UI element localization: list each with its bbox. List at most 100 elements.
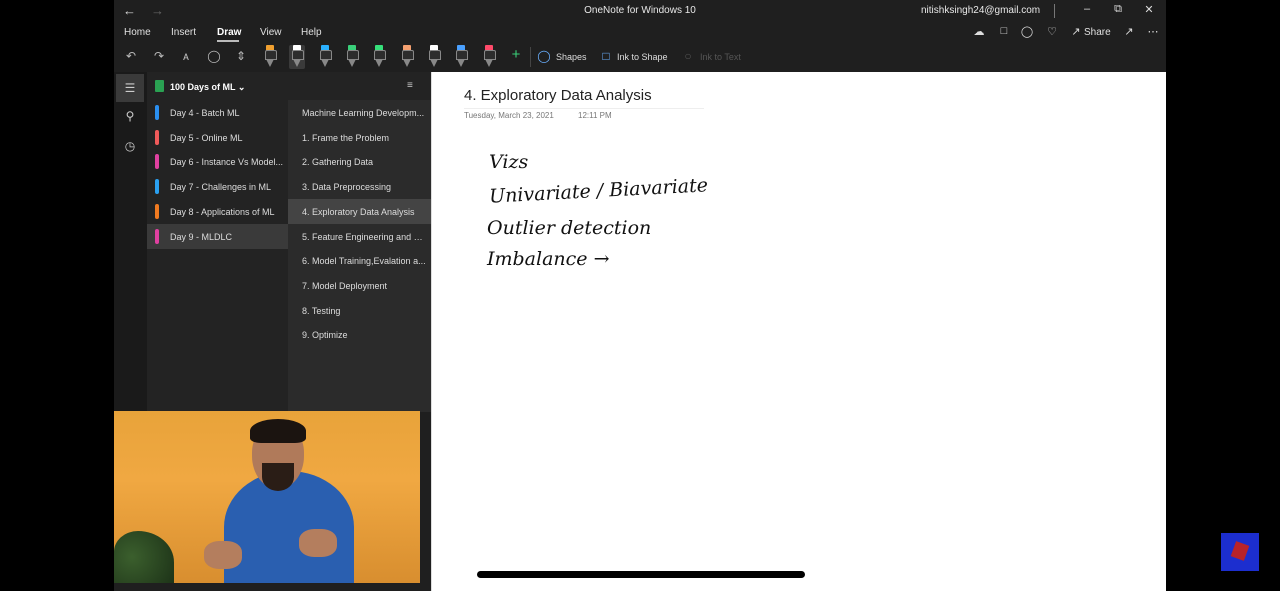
pen-3[interactable] xyxy=(317,45,333,69)
page-item[interactable]: 3. Data Preprocessing xyxy=(288,174,431,199)
menu-bar: Home Insert Draw View Help ☁ □ ◯ ♡ ↗ Sha… xyxy=(114,22,1166,42)
page-item[interactable]: 7. Model Deployment xyxy=(288,273,431,298)
presenter-beard xyxy=(262,463,294,491)
section-color-tab xyxy=(155,203,159,219)
pen-6[interactable] xyxy=(426,45,442,69)
lasso-select-icon[interactable]: ◯ xyxy=(206,49,222,65)
recent-icon[interactable]: ◷ xyxy=(122,139,138,155)
draw-toolbar: ↶ ↷ ᴀ ◯ ⇕ + ◯ Shapes □ Ink to Shape ○ In… xyxy=(114,42,1166,72)
horizontal-scrollbar[interactable] xyxy=(477,571,805,578)
section-item[interactable]: Day 7 - Challenges in ML xyxy=(147,174,288,199)
more-icon[interactable]: ⋯ xyxy=(1146,25,1160,39)
presenter-hair xyxy=(250,419,306,443)
page-item[interactable]: 2. Gathering Data xyxy=(288,149,431,174)
ink-line-1[interactable]: Vizs xyxy=(489,151,528,173)
section-color-tab xyxy=(155,179,159,195)
redo-icon[interactable]: ↷ xyxy=(151,49,167,65)
page-label: 6. Model Training,Evalation a... xyxy=(302,256,426,267)
page-title[interactable]: 4. Exploratory Data Analysis xyxy=(464,87,652,104)
nav-rail: ☰ ⚲ ◷ xyxy=(114,72,147,412)
presenter-body xyxy=(224,471,354,583)
page-item[interactable]: 8. Testing xyxy=(288,298,431,323)
page-label: 1. Frame the Problem xyxy=(302,132,390,143)
notebook-name[interactable]: 100 Days of ML ⌄ xyxy=(170,82,245,93)
channel-logo xyxy=(1221,533,1259,571)
share-icon[interactable]: ↗ xyxy=(1069,25,1083,39)
tab-insert[interactable]: Insert xyxy=(171,27,196,38)
add-pen-icon[interactable]: + xyxy=(508,46,524,63)
pen-1[interactable] xyxy=(262,45,278,69)
section-color-tab xyxy=(155,154,159,170)
tab-view[interactable]: View xyxy=(260,27,282,38)
ink-to-shape-icon[interactable]: □ xyxy=(598,49,614,65)
section-item[interactable]: Day 9 - MLDLC xyxy=(147,223,288,249)
tab-help[interactable]: Help xyxy=(301,27,322,38)
pen-4[interactable] xyxy=(344,45,360,69)
section-label: Day 8 - Applications of ML xyxy=(170,206,275,217)
close-icon[interactable]: ✕ xyxy=(1139,3,1159,16)
section-item[interactable]: Day 5 - Online ML xyxy=(147,125,288,150)
page-time: 12:11 PM xyxy=(578,111,612,120)
pen-5[interactable] xyxy=(399,45,415,69)
page-item[interactable]: 1. Frame the Problem xyxy=(288,125,431,150)
expand-icon[interactable]: ↗ xyxy=(1122,25,1136,39)
page-list: Machine Learning Developm... 1. Frame the… xyxy=(288,100,431,412)
ink-line-4[interactable]: Imbalance → xyxy=(487,248,610,270)
sort-icon[interactable]: ≡ xyxy=(407,80,413,91)
toolbar-separator xyxy=(530,47,531,67)
pen-8[interactable] xyxy=(481,45,497,69)
ink-line-2[interactable]: Univariate / Biavariate xyxy=(489,174,709,207)
title-bar: ← → OneNote for Windows 10 nitishksingh2… xyxy=(114,0,1166,22)
page-item[interactable]: 6. Model Training,Evalation a... xyxy=(288,248,431,273)
ink-to-shape-button[interactable]: Ink to Shape xyxy=(617,52,668,62)
tab-home[interactable]: Home xyxy=(124,27,151,38)
page-label: 3. Data Preprocessing xyxy=(302,182,392,193)
ink-to-text-button: Ink to Text xyxy=(700,52,741,62)
add-space-icon[interactable]: ⇕ xyxy=(233,49,249,65)
webcam-overlay xyxy=(114,411,420,583)
page-item[interactable]: 9. Optimize xyxy=(288,322,431,347)
restore-icon[interactable]: ⧉ xyxy=(1108,3,1128,16)
page-label: 4. Exploratory Data Analysis xyxy=(302,206,415,217)
bell-icon[interactable]: ♡ xyxy=(1045,25,1059,39)
type-select-icon[interactable]: ᴀ xyxy=(178,49,194,65)
ink-to-text-icon: ○ xyxy=(684,49,692,63)
tab-draw[interactable]: Draw xyxy=(217,27,241,38)
user-account[interactable]: nitishksingh24@gmail.com xyxy=(921,5,1040,16)
page-canvas[interactable]: 4. Exploratory Data Analysis Tuesday, Ma… xyxy=(431,72,1166,591)
section-item[interactable]: Day 6 - Instance Vs Model... xyxy=(147,149,288,174)
notebook-icon[interactable]: □ xyxy=(997,25,1011,39)
title-underline xyxy=(464,108,704,109)
section-item[interactable]: Day 8 - Applications of ML xyxy=(147,199,288,224)
pen-7[interactable] xyxy=(453,45,469,69)
lightbulb-icon[interactable]: ◯ xyxy=(1020,25,1034,39)
presenter-hand-left xyxy=(204,541,242,569)
section-color-tab xyxy=(155,105,159,120)
section-label: Day 9 - MLDLC xyxy=(170,231,233,242)
highlighter-1[interactable] xyxy=(371,45,387,69)
shapes-button[interactable]: Shapes xyxy=(556,52,587,62)
pen-2[interactable] xyxy=(289,45,305,69)
page-label: 2. Gathering Data xyxy=(302,157,374,168)
page-date: Tuesday, March 23, 2021 xyxy=(464,111,554,120)
ink-line-3[interactable]: Outlier detection xyxy=(487,217,651,239)
page-item[interactable]: 5. Feature Engineering and S... xyxy=(288,224,431,249)
notebook-header[interactable]: 100 Days of ML ⌄ ≡ xyxy=(147,72,431,100)
sync-icon[interactable]: ☁ xyxy=(972,25,986,39)
presenter-hand-right xyxy=(299,529,337,557)
page-label: 7. Model Deployment xyxy=(302,280,388,291)
shapes-icon[interactable]: ◯ xyxy=(536,49,552,65)
search-icon[interactable]: ⚲ xyxy=(122,109,138,125)
page-item[interactable]: 4. Exploratory Data Analysis xyxy=(288,198,431,224)
page-label: 9. Optimize xyxy=(302,330,348,341)
page-label: 5. Feature Engineering and S... xyxy=(302,231,426,242)
page-item[interactable]: Machine Learning Developm... xyxy=(288,100,431,125)
page-label: 8. Testing xyxy=(302,305,341,316)
share-button[interactable]: Share xyxy=(1084,27,1111,38)
section-label: Day 4 - Batch ML xyxy=(170,108,240,118)
section-item[interactable]: Day 4 - Batch ML xyxy=(147,100,288,125)
section-label: Day 5 - Online ML xyxy=(170,132,243,143)
minimize-icon[interactable]: – xyxy=(1077,3,1097,15)
notebooks-icon[interactable]: ☰ xyxy=(116,74,144,102)
undo-icon[interactable]: ↶ xyxy=(123,49,139,65)
